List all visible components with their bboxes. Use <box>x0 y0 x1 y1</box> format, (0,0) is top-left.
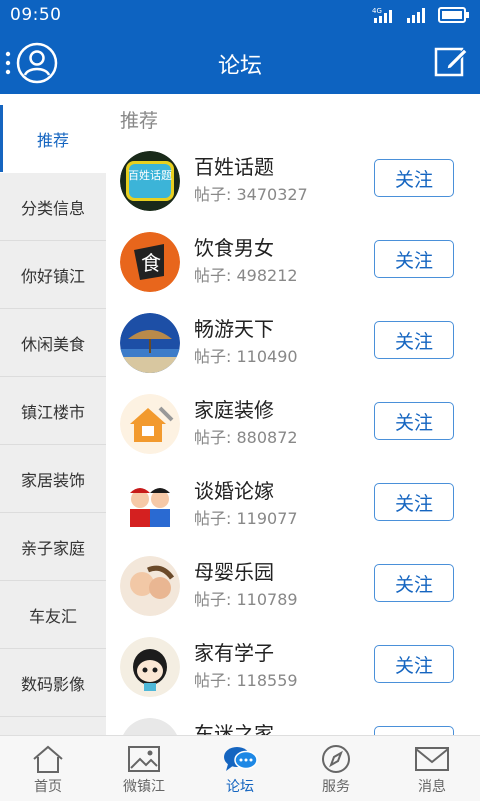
forum-row[interactable]: 百姓话题 百姓话题 帖子: 3470327 关注 <box>106 146 480 227</box>
signal-icon <box>407 8 425 23</box>
mail-icon <box>415 747 449 771</box>
forum-row[interactable]: 谈婚论嫁 帖子: 119077 关注 <box>106 470 480 551</box>
forum-icon-wedding <box>120 475 180 535</box>
nav-service[interactable]: 服务 <box>288 736 384 801</box>
follow-button[interactable]: 关注 <box>374 321 454 359</box>
forum-post-count: 帖子: 119077 <box>194 509 298 528</box>
compose-button[interactable] <box>434 44 468 78</box>
forum-post-count: 帖子: 110490 <box>194 347 298 366</box>
follow-button[interactable]: 关注 <box>374 402 454 440</box>
page-title: 论坛 <box>217 54 262 79</box>
forum-row[interactable]: 家有学子 帖子: 118559 关注 <box>106 632 480 713</box>
sidebar-item-recommend[interactable]: 推荐 <box>0 105 106 173</box>
sidebar-item-label: 分类信息 <box>20 198 85 218</box>
sidebar-item-food[interactable]: 休闲美食 <box>0 309 106 377</box>
forum-icon-food: 食 <box>120 232 180 292</box>
sidebar-item-classified[interactable]: 分类信息 <box>0 173 106 241</box>
home-icon <box>33 745 63 773</box>
sidebar-item-label: 亲子家庭 <box>20 538 85 558</box>
forum-icon-baby <box>120 556 180 616</box>
image-icon <box>128 746 160 772</box>
sidebar-item-label: 家居装饰 <box>20 470 85 490</box>
forum-icon-student <box>120 637 180 697</box>
follow-button[interactable]: 关注 <box>374 726 454 735</box>
follow-button[interactable]: 关注 <box>374 483 454 521</box>
follow-button[interactable]: 关注 <box>374 645 454 683</box>
nav-forum[interactable]: 论坛 <box>192 736 288 801</box>
forum-post-count: 帖子: 110789 <box>194 590 298 609</box>
forum-post-count: 帖子: 3470327 <box>194 185 308 204</box>
app-bar: 论坛 <box>0 32 480 94</box>
forum-post-count: 帖子: 118559 <box>194 671 298 690</box>
forum-post-count: 帖子: 498212 <box>194 266 298 285</box>
sidebar-item-car-club[interactable]: 车友汇 <box>0 581 106 649</box>
forum-name: 家庭装修 <box>194 398 274 422</box>
status-bar: 09:50 4G <box>0 0 480 32</box>
sidebar-item-label: 镇江楼市 <box>20 402 85 422</box>
sidebar-item-home-decor[interactable]: 家居装饰 <box>0 445 106 513</box>
sidebar-item-real-estate[interactable]: 镇江楼市 <box>0 377 106 445</box>
nav-service-label: 服务 <box>322 779 350 795</box>
svg-text:百姓话题: 百姓话题 <box>128 168 172 182</box>
category-sidebar: 推荐 分类信息 你好镇江 休闲美食 镇江楼市 家居装饰 亲子家庭 车友汇 数码影… <box>0 105 106 735</box>
forum-list: 百姓话题 百姓话题 帖子: 3470327 关注 食 饮食男女 帖子: 4982… <box>106 146 480 735</box>
compass-icon <box>322 745 350 773</box>
forum-name: 饮食男女 <box>194 236 274 260</box>
bottom-nav: 首页 微镇江 论坛 服务 消息 <box>0 735 480 801</box>
sidebar-item-label: 休闲美食 <box>20 334 85 354</box>
nav-forum-label: 论坛 <box>226 779 254 795</box>
cellular-4g-icon: 4G <box>372 7 392 23</box>
forum-row[interactable]: 食 饮食男女 帖子: 498212 关注 <box>106 227 480 308</box>
forum-name: 谈婚论嫁 <box>194 479 274 503</box>
forum-name: 家有学子 <box>194 641 274 665</box>
status-icons: 4G <box>372 6 470 24</box>
nav-home-label: 首页 <box>34 779 62 795</box>
status-time: 09:50 <box>10 5 62 25</box>
battery-icon <box>438 7 469 23</box>
follow-button[interactable]: 关注 <box>374 240 454 278</box>
sidebar-item-label: 数码影像 <box>20 674 85 694</box>
forum-name: 母婴乐园 <box>194 560 274 584</box>
nav-weizhenjiang-label: 微镇江 <box>123 779 165 795</box>
svg-text:食: 食 <box>141 251 161 275</box>
nav-home[interactable]: 首页 <box>0 736 96 801</box>
chat-icon <box>224 747 258 771</box>
sidebar-item-label: 你好镇江 <box>20 266 85 286</box>
forum-icon-car <box>120 718 180 735</box>
forum-name: 畅游天下 <box>194 317 274 341</box>
forum-icon-house <box>120 394 180 454</box>
forum-icon-baixing: 百姓话题 <box>120 151 180 211</box>
sidebar-item-digital[interactable]: 数码影像 <box>0 649 106 717</box>
sidebar-item-label: 车友汇 <box>28 606 77 626</box>
forum-row[interactable]: 车迷之家 关注 <box>106 713 480 735</box>
nav-messages[interactable]: 消息 <box>384 736 480 801</box>
forum-content: 推荐 百姓话题 百姓话题 帖子: 3470327 关注 食 饮食男女 帖子: 4… <box>106 94 480 735</box>
follow-button[interactable]: 关注 <box>374 159 454 197</box>
forum-name: 车迷之家 <box>194 722 274 735</box>
follow-button[interactable]: 关注 <box>374 564 454 602</box>
sidebar-item-family[interactable]: 亲子家庭 <box>0 513 106 581</box>
svg-text:4G: 4G <box>372 7 382 15</box>
edit-icon <box>434 47 468 77</box>
section-title: 推荐 <box>120 110 159 132</box>
sidebar-item-hello-zhenjiang[interactable]: 你好镇江 <box>0 241 106 309</box>
sidebar-item-label: 推荐 <box>36 130 69 150</box>
forum-icon-travel <box>120 313 180 373</box>
forum-name: 百姓话题 <box>194 155 274 179</box>
forum-row[interactable]: 家庭装修 帖子: 880872 关注 <box>106 389 480 470</box>
nav-weizhenjiang[interactable]: 微镇江 <box>96 736 192 801</box>
forum-row[interactable]: 畅游天下 帖子: 110490 关注 <box>106 308 480 389</box>
forum-row[interactable]: 母婴乐园 帖子: 110789 关注 <box>106 551 480 632</box>
sidebar-top-gap <box>0 94 106 105</box>
forum-post-count: 帖子: 880872 <box>194 428 298 447</box>
nav-messages-label: 消息 <box>418 779 446 795</box>
